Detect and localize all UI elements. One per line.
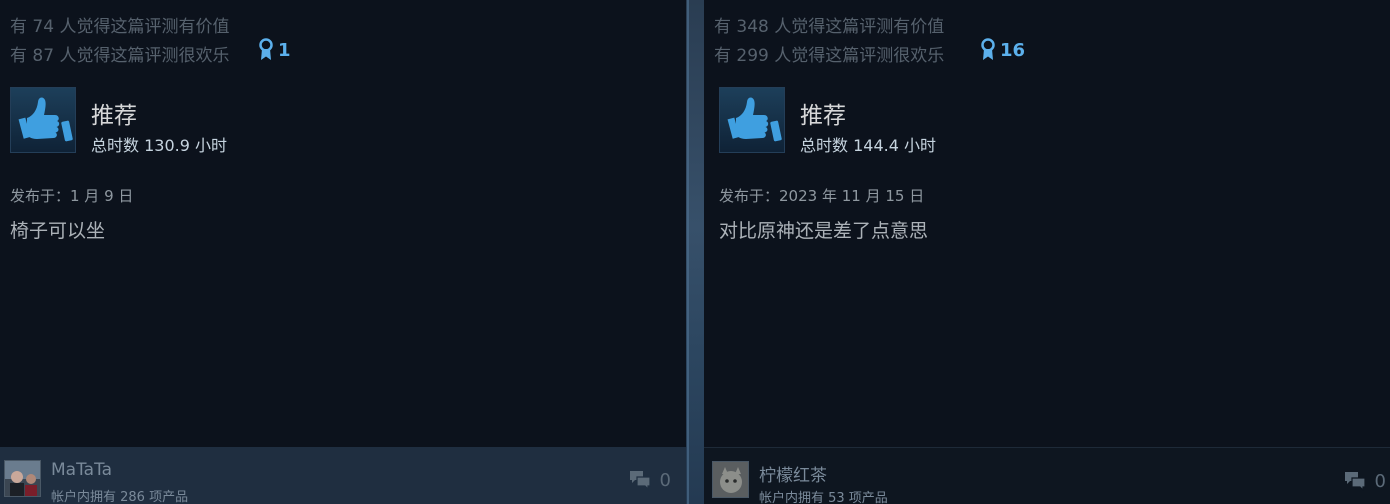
review-card-2[interactable]: 有 348 人觉得这篇评测有价值 有 299 人觉得这篇评测很欢乐 16 推荐 …	[704, 0, 1390, 504]
author-name[interactable]: MaTaTa	[51, 460, 112, 480]
playtime-hours: 总时数 130.9 小时	[91, 136, 227, 155]
thumbs-up-icon	[18, 97, 73, 142]
comment-count: 0	[659, 469, 671, 491]
review-body: 椅子可以坐	[10, 220, 106, 242]
comment-bubbles-icon	[629, 471, 651, 491]
review-card-1[interactable]: 有 74 人觉得这篇评测有价值 有 87 人觉得这篇评测很欢乐 1 推荐 总时数…	[0, 0, 686, 504]
review-author-bar[interactable]: 柠檬红茶 帐户内拥有 53 项产品 0	[704, 447, 1390, 504]
recommendation-thumb[interactable]	[719, 87, 785, 153]
helpful-count-text: 有 74 人觉得这篇评测有价值	[10, 17, 230, 37]
award-ribbon-icon	[981, 38, 995, 60]
products-owned: 帐户内拥有 286 项产品	[51, 490, 189, 504]
comment-count-button[interactable]: 0	[628, 469, 671, 491]
helpful-count-text: 有 348 人觉得这篇评测有价值	[714, 17, 945, 37]
comment-count-button[interactable]: 0	[1343, 470, 1386, 492]
author-name[interactable]: 柠檬红茶	[759, 461, 827, 486]
award-badge[interactable]: 1	[258, 38, 291, 62]
review-body: 对比原神还是差了点意思	[719, 220, 929, 242]
thumbs-up-icon	[727, 97, 782, 142]
award-badge[interactable]: 16	[980, 38, 1025, 62]
posted-date: 发布于：2023 年 11 月 15 日	[719, 187, 925, 205]
avatar[interactable]	[4, 460, 41, 497]
award-count: 1	[278, 39, 291, 61]
award-count: 16	[1000, 39, 1026, 61]
funny-count-text: 有 87 人觉得这篇评测很欢乐	[10, 46, 230, 66]
recommendation-title[interactable]: 推荐	[800, 96, 846, 130]
products-owned: 帐户内拥有 53 项产品	[759, 491, 888, 504]
recommendation-thumb[interactable]	[10, 87, 76, 153]
award-ribbon-icon	[259, 38, 273, 60]
comment-count: 0	[1374, 470, 1386, 492]
panel-divider	[686, 0, 704, 504]
playtime-hours: 总时数 144.4 小时	[800, 136, 936, 155]
posted-date: 发布于：1 月 9 日	[10, 187, 134, 205]
comment-bubbles-icon	[1344, 472, 1366, 492]
recommendation-title[interactable]: 推荐	[91, 96, 137, 130]
review-author-bar[interactable]: MaTaTa 帐户内拥有 286 项产品 0	[0, 447, 686, 504]
avatar[interactable]	[712, 461, 749, 498]
funny-count-text: 有 299 人觉得这篇评测很欢乐	[714, 46, 945, 66]
